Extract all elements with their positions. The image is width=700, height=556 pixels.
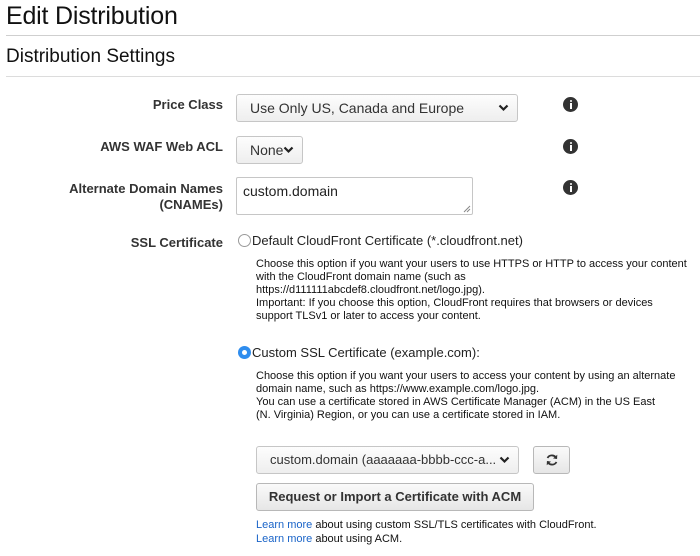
waf-label: AWS WAF Web ACL [100, 139, 223, 154]
certificate-value: custom.domain (aaaaaaa-bbbb-ccc-a... [270, 452, 497, 467]
price-class-value: Use Only US, Canada and Europe [250, 100, 465, 116]
default-cert-description: Choose this option if you want your user… [256, 258, 687, 323]
chevron-down-icon [283, 146, 294, 154]
chevron-down-icon [499, 456, 510, 464]
cnames-value: custom.domain [243, 183, 338, 199]
learn-more-link[interactable]: Learn more [256, 519, 312, 531]
ssl-certificate-label: SSL Certificate [130, 235, 223, 250]
footer-line-2: Learn more about using ACM. [256, 533, 402, 545]
title-divider [6, 35, 700, 36]
certificate-select[interactable]: custom.domain (aaaaaaa-bbbb-ccc-a... [256, 446, 519, 474]
price-class-select[interactable]: Use Only US, Canada and Europe [236, 94, 518, 122]
default-cert-radio[interactable] [238, 234, 251, 247]
description-line: https://d111111abcdef8.cloudfront.net/lo… [256, 284, 485, 296]
cnames-label: Alternate Domain Names (CNAMEs) [69, 181, 223, 213]
description-line: You can use a certificate stored in AWS … [256, 396, 656, 408]
refresh-icon [546, 454, 558, 466]
price-class-label: Price Class [152, 97, 223, 112]
footer-line-1: Learn more about using custom SSL/TLS ce… [256, 519, 597, 531]
resize-grip-icon[interactable] [463, 205, 471, 213]
description-line: Choose this option if you want your user… [256, 258, 687, 270]
custom-cert-label[interactable]: Custom SSL Certificate (example.com): [252, 345, 480, 360]
footer-text: about using ACM. [312, 533, 403, 545]
description-line: domain name, such as https://www.example… [256, 383, 540, 395]
section-divider [6, 76, 700, 77]
cnames-textarea[interactable]: custom.domain [236, 177, 473, 215]
chevron-down-icon [498, 104, 509, 112]
waf-select[interactable]: None [236, 136, 303, 164]
description-line: Choose this option if you want your user… [256, 370, 676, 382]
footer-text: about using custom SSL/TLS certificates … [312, 519, 597, 531]
cnames-label-line2: (CNAMEs) [159, 197, 223, 212]
info-icon[interactable] [563, 180, 578, 195]
description-line: with the CloudFront domain name (such as [256, 271, 466, 283]
refresh-button[interactable] [533, 446, 570, 474]
page-title: Edit Distribution [6, 2, 178, 30]
custom-cert-radio[interactable] [238, 346, 251, 359]
description-line: support TLSv1 or later to access your co… [256, 310, 481, 322]
request-import-certificate-button[interactable]: Request or Import a Certificate with ACM [256, 483, 534, 511]
info-icon[interactable] [563, 139, 578, 154]
waf-value: None [250, 142, 284, 158]
section-title: Distribution Settings [6, 46, 175, 67]
cnames-label-line1: Alternate Domain Names [69, 181, 223, 196]
description-line: (N. Virginia) Region, or you can use a c… [256, 409, 561, 421]
learn-more-link[interactable]: Learn more [256, 533, 312, 545]
description-line: Important: If you choose this option, Cl… [256, 297, 653, 309]
info-icon[interactable] [563, 97, 578, 112]
default-cert-label[interactable]: Default CloudFront Certificate (*.cloudf… [252, 233, 523, 248]
custom-cert-description: Choose this option if you want your user… [256, 370, 675, 422]
